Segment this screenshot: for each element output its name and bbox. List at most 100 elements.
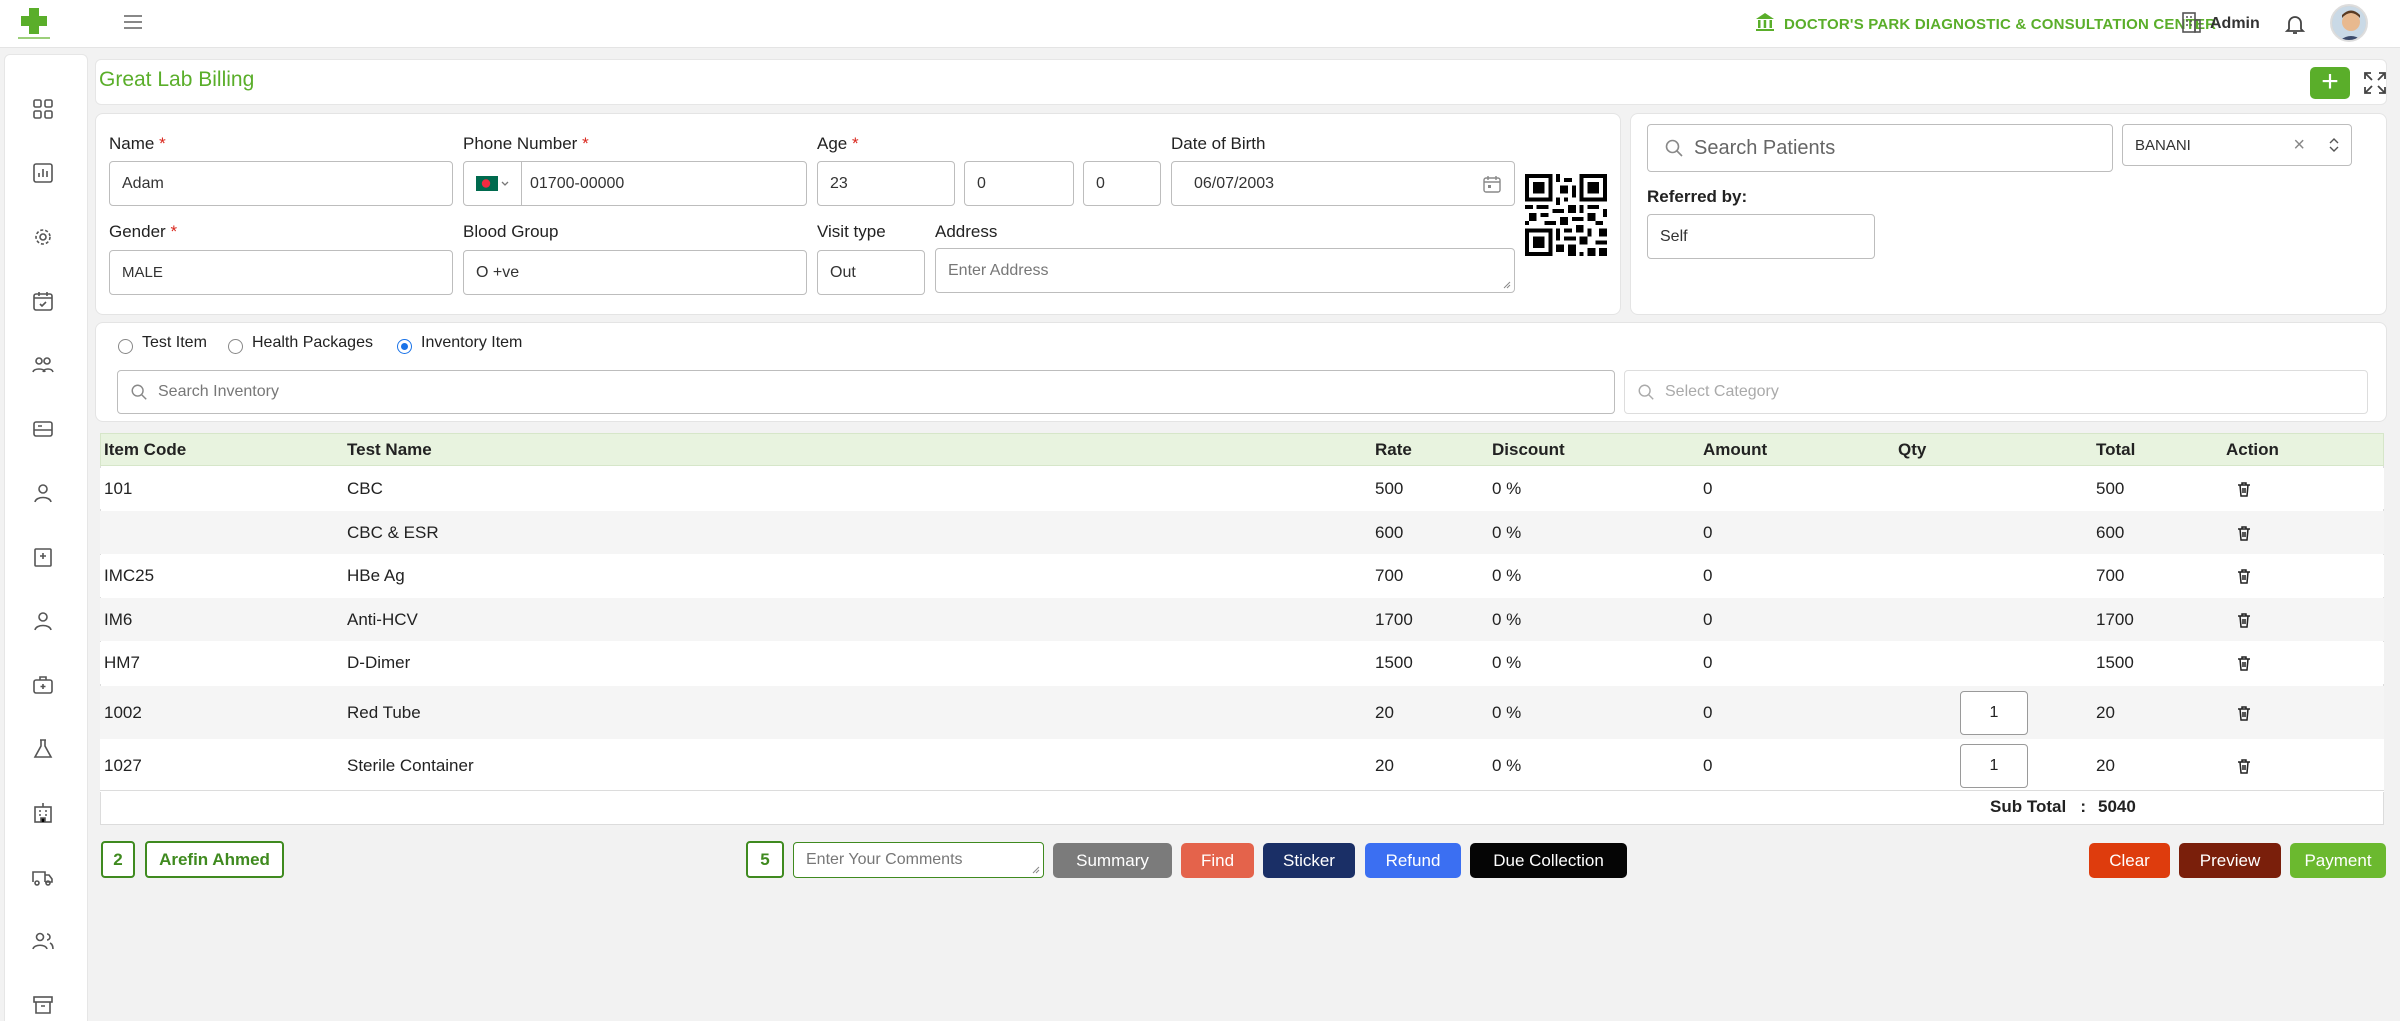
dashboard-icon[interactable]	[31, 97, 55, 121]
radio-test-item[interactable]	[118, 339, 133, 354]
count-badge[interactable]: 2	[101, 841, 135, 878]
patients-group-icon[interactable]	[31, 353, 55, 377]
radio-inventory-item[interactable]	[397, 339, 412, 354]
cell-discount: 0 %	[1492, 566, 1522, 585]
dob-input[interactable]: 06/07/2003	[1171, 161, 1515, 206]
country-flag-selector[interactable]	[464, 162, 522, 205]
table-row	[100, 555, 2384, 597]
fullscreen-icon[interactable]	[2362, 70, 2388, 96]
branch-select[interactable]: BANANI ×	[2122, 124, 2352, 166]
address-label: Address	[935, 222, 998, 241]
phone-input[interactable]: 01700-00000	[463, 161, 807, 206]
cell-total: 500	[2096, 478, 2125, 498]
doctor-button[interactable]: Arefin Ahmed	[145, 841, 284, 878]
cell-total: 1500	[2096, 653, 2134, 672]
cell-test-name: D-Dimer	[347, 653, 411, 672]
name-input[interactable]: Adam	[109, 161, 453, 206]
logo-icon[interactable]	[14, 6, 54, 42]
cell-item-code: IMC25	[104, 566, 155, 585]
bangladesh-flag-icon	[476, 176, 498, 191]
center-selector[interactable]: DOCTOR'S PARK DIAGNOSTIC & CONSULTATION …	[1754, 12, 2216, 36]
refund-button[interactable]: Refund	[1365, 843, 1461, 878]
col-action: Action	[2226, 440, 2279, 459]
subtotal-label: Sub Total :	[1990, 797, 2087, 816]
age-days-input[interactable]: 0	[1083, 161, 1161, 206]
subtotal-value: 5040	[2098, 797, 2136, 816]
blood-group-select[interactable]: O +ve	[463, 250, 807, 295]
cell-rate: 600	[1375, 522, 1404, 542]
user-icon[interactable]	[31, 481, 55, 505]
cell-total: 600	[2096, 522, 2125, 542]
find-button[interactable]: Find	[1181, 843, 1254, 878]
user-menu[interactable]: Admin	[2180, 11, 2260, 36]
trash-icon[interactable]	[2235, 654, 2253, 672]
cell-item-code: 101	[104, 478, 133, 498]
radio-health-packages[interactable]	[228, 339, 243, 354]
bell-icon[interactable]	[2283, 12, 2307, 36]
age-months-input[interactable]: 0	[964, 161, 1074, 206]
preview-button[interactable]: Preview	[2179, 843, 2281, 878]
cell-rate: 500	[1375, 478, 1404, 498]
trash-icon[interactable]	[2235, 480, 2253, 498]
add-button[interactable]: +	[2310, 67, 2350, 99]
sticker-button[interactable]: Sticker	[1263, 843, 1355, 878]
qty-input[interactable]: 1	[1960, 743, 2028, 788]
visit-type-select[interactable]: Out	[817, 250, 925, 295]
lab-flask-icon[interactable]	[31, 737, 55, 761]
cell-discount: 0 %	[1492, 522, 1522, 542]
trash-icon[interactable]	[2235, 524, 2253, 542]
avatar[interactable]	[2330, 4, 2368, 42]
radio-test-item-label[interactable]: Test Item	[142, 334, 207, 352]
due-collection-button[interactable]: Due Collection	[1470, 843, 1627, 878]
menu-toggle-icon[interactable]	[122, 13, 144, 31]
trash-icon[interactable]	[2235, 704, 2253, 722]
radio-health-packages-label[interactable]: Health Packages	[252, 334, 373, 352]
name-label: Name *	[109, 134, 166, 153]
trash-icon[interactable]	[2235, 567, 2253, 585]
trash-icon[interactable]	[2235, 757, 2253, 775]
trash-icon[interactable]	[2235, 611, 2253, 629]
hospital-icon[interactable]	[31, 545, 55, 569]
cell-item-code: 1002	[104, 702, 142, 722]
bed-icon[interactable]	[31, 417, 55, 441]
calendar-check-icon[interactable]	[31, 289, 55, 313]
cell-amount: 0	[1703, 653, 1713, 672]
resize-handle-icon	[1032, 866, 1040, 874]
comments-input[interactable]: Enter Your Comments	[793, 842, 1044, 878]
building-icon[interactable]	[31, 801, 55, 825]
cell-test-name: Red Tube	[347, 702, 421, 722]
cell-test-name: HBe Ag	[347, 566, 405, 585]
gender-select[interactable]: MALE	[109, 250, 453, 295]
col-item-code: Item Code	[104, 440, 187, 459]
cell-test-name: CBC & ESR	[347, 522, 439, 542]
cell-amount: 0	[1703, 702, 1713, 722]
referred-by-input[interactable]: Self	[1647, 214, 1875, 259]
archive-icon[interactable]	[31, 993, 55, 1017]
title-bar	[95, 59, 2387, 105]
search-patients-input[interactable]: Search Patients	[1647, 124, 2113, 172]
cell-amount: 0	[1703, 478, 1713, 498]
clear-button[interactable]: Clear	[2089, 843, 2170, 878]
page-title: Great Lab Billing	[99, 68, 255, 91]
search-inventory-input[interactable]: Search Inventory	[117, 370, 1615, 414]
cell-rate: 20	[1375, 755, 1394, 775]
summary-button[interactable]: Summary	[1053, 843, 1172, 878]
select-category-input[interactable]: Select Category	[1624, 370, 2368, 414]
col-discount: Discount	[1492, 440, 1565, 459]
cell-total: 20	[2096, 755, 2115, 775]
medical-kit-icon[interactable]	[31, 673, 55, 697]
ambulance-icon[interactable]	[31, 865, 55, 889]
calendar-icon[interactable]	[1482, 174, 1502, 199]
doctor-icon[interactable]	[31, 609, 55, 633]
staff-users-icon[interactable]	[31, 929, 55, 953]
report-chart-icon[interactable]	[31, 161, 55, 185]
age-years-input[interactable]: 23	[817, 161, 955, 206]
settings-gear-icon[interactable]	[31, 225, 55, 249]
payment-button[interactable]: Payment	[2290, 843, 2386, 878]
qty-input[interactable]: 1	[1960, 690, 2028, 735]
clear-icon[interactable]: ×	[2293, 134, 2305, 157]
select-arrows-icon	[2329, 138, 2339, 152]
address-input[interactable]: Enter Address	[935, 248, 1515, 293]
table-row	[100, 511, 2384, 554]
radio-inventory-item-label[interactable]: Inventory Item	[421, 334, 522, 352]
